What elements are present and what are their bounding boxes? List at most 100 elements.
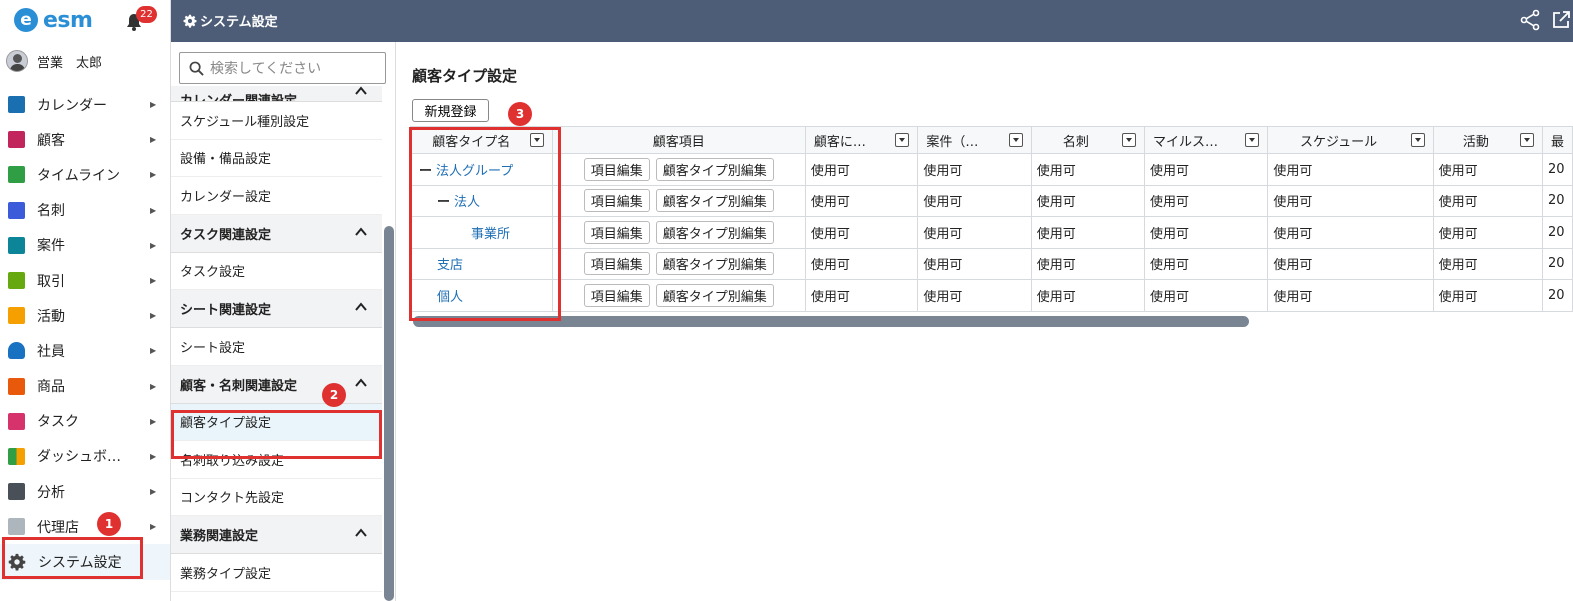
item-edit-button[interactable]: 項目編集: [583, 189, 650, 213]
sidebar-item-label: 取引: [37, 273, 65, 290]
action-cell: 項目編集 顧客タイプ別編集: [551, 184, 806, 217]
sidebar-item-deal[interactable]: 案件 ▶: [0, 228, 170, 263]
sidebar-item-timeline[interactable]: タイムライン ▶: [0, 157, 170, 192]
table-cell: 20: [1542, 153, 1573, 186]
column-header[interactable]: マイルス…: [1143, 126, 1269, 154]
column-header[interactable]: 活動: [1432, 126, 1544, 154]
page-title: 顧客タイプ設定: [412, 67, 518, 85]
sidebar-item-label: 案件: [37, 238, 65, 255]
sidebar-item-business-card[interactable]: 名刺 ▶: [0, 193, 170, 228]
column-header[interactable]: 顧客に…: [804, 126, 919, 154]
settings-item[interactable]: シート設定: [171, 328, 382, 366]
timeline-icon: [8, 166, 25, 184]
settings-group-header[interactable]: カレンダー関連設定: [171, 86, 382, 102]
item-edit-button[interactable]: 項目編集: [583, 283, 650, 307]
type-edit-button[interactable]: 顧客タイプ別編集: [655, 252, 774, 276]
column-header-label: 名刺: [1062, 134, 1089, 150]
table-row: ー法人 項目編集 顧客タイプ別編集 使用可 使用可 使用可 使用可 使用可 使用可…: [410, 184, 1573, 217]
settings-group-header[interactable]: タスク関連設定: [171, 214, 382, 253]
column-menu-icon[interactable]: [1121, 133, 1136, 147]
sidebar-item-dashboard[interactable]: ダッシュボ… ▶: [0, 439, 170, 474]
sidebar-item-label: ダッシュボ…: [37, 449, 121, 466]
highlight-box-customer-type-column: [409, 127, 561, 321]
calendar-icon: [8, 96, 25, 114]
table-cell: 使用可: [1030, 247, 1145, 280]
chevron-up-icon: [355, 528, 367, 537]
sidebar-item-employee[interactable]: 社員 ▶: [0, 333, 170, 368]
type-edit-button[interactable]: 顧客タイプ別編集: [655, 283, 774, 307]
new-register-button[interactable]: 新規登録: [412, 99, 489, 122]
step-badge-2: 2: [322, 383, 346, 407]
type-edit-button[interactable]: 顧客タイプ別編集: [655, 157, 774, 181]
column-header: 顧客項目: [551, 126, 806, 154]
sidebar-item-activity[interactable]: 活動 ▶: [0, 298, 170, 333]
table-cell: 使用可: [1030, 279, 1145, 312]
sidebar-item-calendar[interactable]: カレンダー ▶: [0, 87, 170, 122]
column-menu-icon[interactable]: [1245, 133, 1260, 147]
column-menu-icon[interactable]: [1520, 133, 1534, 147]
sidebar-item-product[interactable]: 商品 ▶: [0, 369, 170, 404]
action-cell: 項目編集 顧客タイプ別編集: [551, 216, 806, 249]
dashboard-icon: [8, 447, 25, 465]
sidebar-item-label: タスク: [37, 414, 79, 431]
settings-item[interactable]: コンタクト先設定: [171, 479, 382, 516]
column-header-label: 顧客項目: [652, 134, 705, 150]
activity-icon: [8, 307, 25, 325]
table-cell: 使用可: [917, 247, 1032, 280]
action-cell: 項目編集 顧客タイプ別編集: [551, 247, 806, 280]
sidebar-item-analysis[interactable]: 分析 ▶: [0, 474, 170, 509]
transaction-icon: [8, 272, 25, 290]
sidebar-item-label: 顧客: [37, 132, 65, 149]
table-cell: 使用可: [1267, 247, 1434, 280]
settings-item[interactable]: タスク設定: [171, 253, 382, 290]
gear-icon: [183, 14, 197, 28]
settings-group-header[interactable]: 顧客・名刺関連設定: [171, 365, 382, 404]
business-card-icon: [8, 201, 25, 219]
column-header[interactable]: スケジュール: [1267, 126, 1434, 154]
settings-item[interactable]: 業務タイプ設定: [171, 554, 382, 592]
notification-badge: 22: [136, 6, 157, 23]
user-profile[interactable]: 営業 太郎: [6, 50, 102, 72]
column-header-label: 案件（…: [926, 134, 979, 150]
table-cell: 使用可: [1267, 279, 1434, 312]
column-menu-icon[interactable]: [1410, 133, 1425, 147]
settings-group-header[interactable]: 業務関連設定: [171, 516, 382, 554]
type-edit-button[interactable]: 顧客タイプ別編集: [655, 220, 774, 244]
customer-type-table: 顧客タイプ名 顧客項目 顧客に… 案件（… 名刺 マイルス… スケジュール 活動…: [410, 126, 1573, 312]
sidebar-item-label: 活動: [37, 308, 65, 325]
employee-icon: [8, 342, 25, 360]
external-link-icon[interactable]: [1551, 10, 1571, 30]
type-edit-button[interactable]: 顧客タイプ別編集: [655, 189, 774, 213]
search-input[interactable]: 検索してください: [179, 52, 386, 84]
sidebar-item-label: 名刺: [37, 203, 65, 220]
item-edit-button[interactable]: 項目編集: [583, 157, 650, 181]
chevron-right-icon: ▶: [150, 135, 157, 145]
vertical-scrollbar[interactable]: [384, 226, 394, 601]
analysis-icon: [8, 483, 25, 501]
settings-group-header[interactable]: シート関連設定: [171, 290, 382, 328]
settings-item[interactable]: 設備・備品設定: [171, 140, 382, 177]
sidebar-item-task[interactable]: タスク ▶: [0, 404, 170, 439]
table-cell: 使用可: [1432, 184, 1544, 217]
table-cell: 使用可: [917, 184, 1032, 217]
item-edit-button[interactable]: 項目編集: [583, 220, 650, 244]
sidebar-item-customer[interactable]: 顧客 ▶: [0, 122, 170, 157]
sidebar-item-label: 代理店: [37, 519, 79, 536]
column-header[interactable]: 名刺: [1030, 126, 1145, 154]
column-menu-icon[interactable]: [895, 133, 910, 147]
settings-item[interactable]: スケジュール種別設定: [171, 102, 382, 140]
chevron-right-icon: ▶: [150, 381, 157, 391]
sidebar-item-label: 商品: [37, 379, 65, 396]
sidebar-item-transaction[interactable]: 取引 ▶: [0, 263, 170, 298]
settings-item[interactable]: カレンダー設定: [171, 177, 382, 215]
item-edit-button[interactable]: 項目編集: [583, 252, 650, 276]
product-icon: [8, 377, 25, 395]
chevron-right-icon: ▶: [150, 205, 157, 215]
table-cell: 使用可: [1267, 184, 1434, 217]
column-menu-icon[interactable]: [1008, 133, 1023, 147]
table-cell: 使用可: [1143, 279, 1269, 312]
column-header[interactable]: 案件（…: [917, 126, 1032, 154]
app: e esm 22 営業 太郎 カレンダー ▶ 顧客 ▶ タイムライン ▶ 名刺 …: [0, 0, 1573, 601]
share-icon[interactable]: [1519, 9, 1541, 31]
table-header-row: 顧客タイプ名 顧客項目 顧客に… 案件（… 名刺 マイルス… スケジュール 活動…: [410, 126, 1573, 154]
